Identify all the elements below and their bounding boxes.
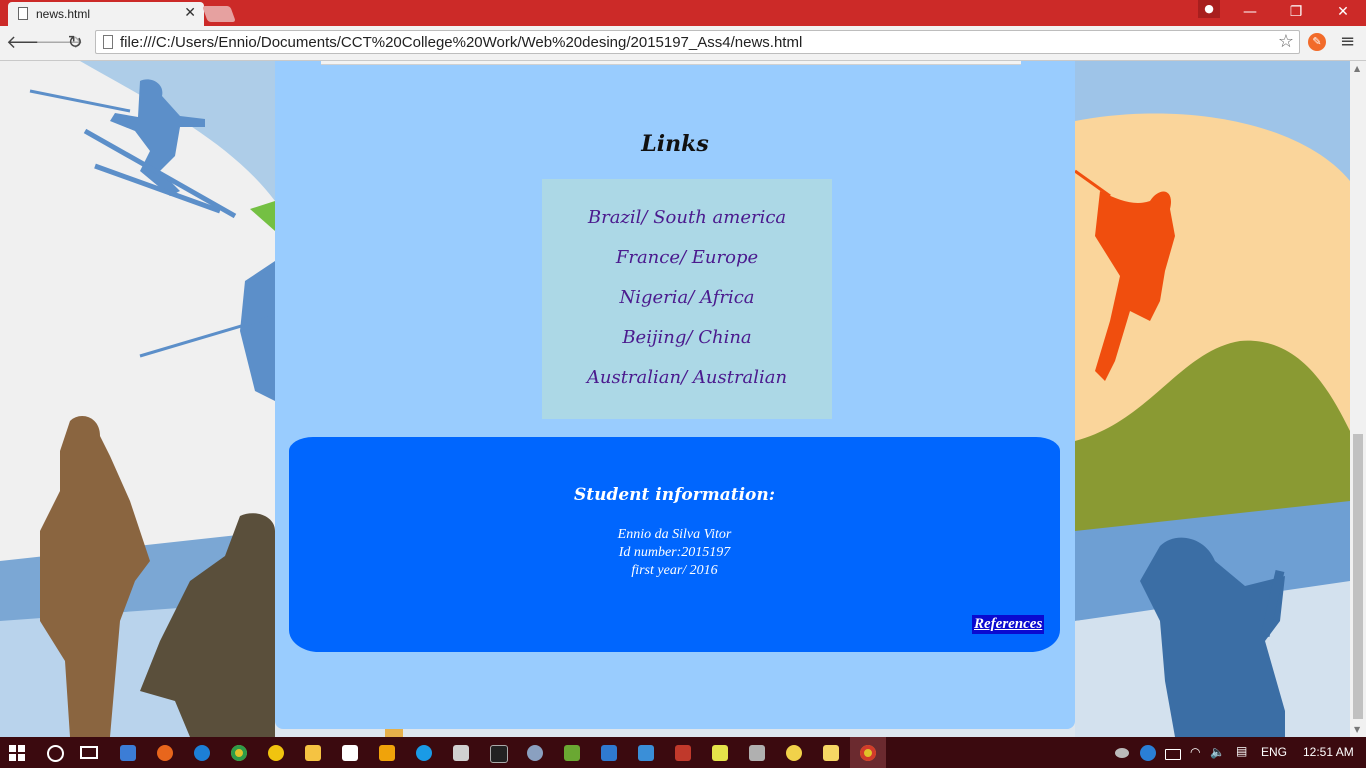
task-view-icon[interactable] (80, 746, 98, 759)
browser-toolbar: 🡐 🡒 ↻ file:///C:/Users/Ennio/Documents/C… (0, 26, 1366, 61)
windows-start-icon[interactable] (9, 745, 25, 761)
extension-icon[interactable]: ✎ (1308, 33, 1326, 51)
language-indicator[interactable]: ENG (1261, 745, 1287, 759)
onedrive-icon[interactable] (1115, 748, 1129, 758)
link-nigeria[interactable]: Nigeria/ Africa (542, 287, 832, 308)
sticky-notes-icon[interactable] (823, 745, 839, 761)
scroll-up-arrow-icon[interactable]: ▲ (1354, 64, 1360, 73)
clock[interactable]: 12:51 AM (1303, 745, 1354, 759)
vertical-scrollbar[interactable]: ▲ ▼ (1350, 61, 1366, 737)
link-australia[interactable]: Australian/ Australian (542, 367, 832, 388)
battery-icon[interactable] (1165, 749, 1181, 760)
network-app-icon[interactable] (527, 745, 543, 761)
link-brazil[interactable]: Brazil/ South america (542, 207, 832, 228)
back-arrow-icon[interactable]: 🡐 (6, 32, 54, 54)
info-icon[interactable] (1140, 745, 1156, 761)
reload-icon[interactable]: ↻ (64, 32, 86, 54)
references-link[interactable]: References (972, 615, 1045, 634)
bookmark-star-icon[interactable]: ☆ (1278, 31, 1294, 52)
student-info-title: Student information: (573, 485, 776, 505)
restore-button[interactable]: ❐ (1273, 0, 1319, 26)
page-icon (103, 35, 113, 49)
sail-app-icon[interactable] (601, 745, 617, 761)
chrome-active-icon[interactable] (860, 745, 876, 761)
scroll-thumb[interactable] (1353, 434, 1363, 719)
forward-arrow-icon[interactable]: 🡒 (35, 32, 83, 54)
link-beijing[interactable]: Beijing/ China (542, 327, 832, 348)
calculator-icon[interactable] (453, 745, 469, 761)
paint-icon[interactable] (786, 745, 802, 761)
thunderbolt-app-icon[interactable] (416, 745, 432, 761)
pdf-reader-icon[interactable] (675, 745, 691, 761)
student-year: first year/ 2016 (631, 563, 718, 578)
notepad-icon[interactable] (712, 745, 728, 761)
windows-taskbar: ◠ 🔈 ▤ ENG 12:51 AM (0, 737, 1366, 768)
new-tab-button[interactable] (202, 6, 236, 22)
url-text[interactable]: file:///C:/Users/Ennio/Documents/CCT%20C… (120, 34, 802, 51)
video-app-icon[interactable] (379, 745, 395, 761)
wifi-icon[interactable]: ◠ (1190, 745, 1200, 759)
firefox-icon[interactable] (157, 745, 173, 761)
airplane-app-icon[interactable] (638, 745, 654, 761)
edge-icon[interactable] (194, 745, 210, 761)
links-heading: Links (641, 131, 709, 157)
tab-close-icon[interactable]: ✕ (184, 5, 196, 21)
chrome-icon[interactable] (231, 745, 247, 761)
media-player-icon[interactable] (749, 745, 765, 761)
minimize-button[interactable]: — (1227, 0, 1273, 26)
user-profile-icon[interactable]: ● (1198, 0, 1220, 18)
student-info-footer: Student information: Ennio da Silva Vito… (289, 437, 1060, 652)
game-app-icon[interactable] (564, 745, 580, 761)
menu-icon[interactable]: ≡ (1340, 31, 1355, 52)
volume-icon[interactable]: 🔈 (1210, 745, 1225, 759)
store-icon[interactable] (342, 745, 358, 761)
notifications-icon[interactable]: ▤ (1236, 744, 1247, 758)
tab-title: news.html (36, 7, 91, 21)
links-list: Brazil/ South america France/ Europe Nig… (542, 179, 832, 419)
cortana-search-icon[interactable] (47, 745, 64, 762)
page-favicon-icon (18, 7, 28, 20)
media-app-icon[interactable] (268, 745, 284, 761)
student-name: Ennio da Silva Vitor (617, 527, 732, 542)
close-window-button[interactable]: ✕ (1320, 0, 1366, 26)
command-prompt-icon[interactable] (490, 745, 508, 763)
page-viewport: Links Brazil/ South america France/ Euro… (0, 61, 1350, 737)
scroll-down-arrow-icon[interactable]: ▼ (1354, 725, 1360, 734)
header-strip (321, 61, 1021, 65)
address-bar[interactable]: file:///C:/Users/Ennio/Documents/CCT%20C… (95, 30, 1300, 54)
file-explorer-icon[interactable] (305, 745, 321, 761)
content-panel: Links Brazil/ South america France/ Euro… (275, 61, 1075, 729)
contacts-app-icon[interactable] (120, 745, 136, 761)
link-france[interactable]: France/ Europe (542, 247, 832, 268)
browser-tab[interactable]: news.html ✕ (8, 2, 204, 26)
browser-title-bar: news.html ✕ ● — ❐ ✕ (0, 0, 1366, 26)
student-id: Id number:2015197 (618, 545, 731, 560)
